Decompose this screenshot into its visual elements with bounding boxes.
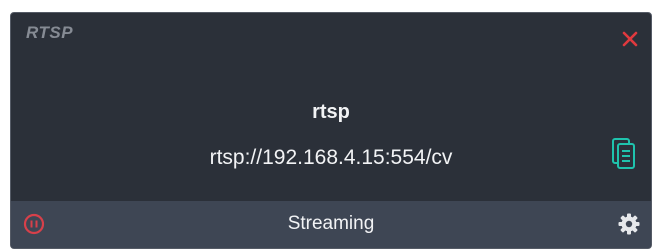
gear-icon <box>618 213 640 235</box>
copy-url-button[interactable] <box>611 137 637 171</box>
close-icon <box>622 31 638 47</box>
card-footer: Streaming <box>11 201 651 248</box>
settings-button[interactable] <box>617 212 641 236</box>
rtsp-stream-card: RTSP rtsp rtsp://192.168.4.15:554/cv Str… <box>10 12 652 249</box>
stream-status: Streaming <box>287 213 375 234</box>
stream-url: rtsp://192.168.4.15:554/cv <box>209 146 453 169</box>
close-button[interactable] <box>620 29 640 49</box>
stream-name: rtsp <box>312 101 350 123</box>
card-title: RTSP <box>26 23 74 42</box>
copy-icon <box>612 138 635 169</box>
